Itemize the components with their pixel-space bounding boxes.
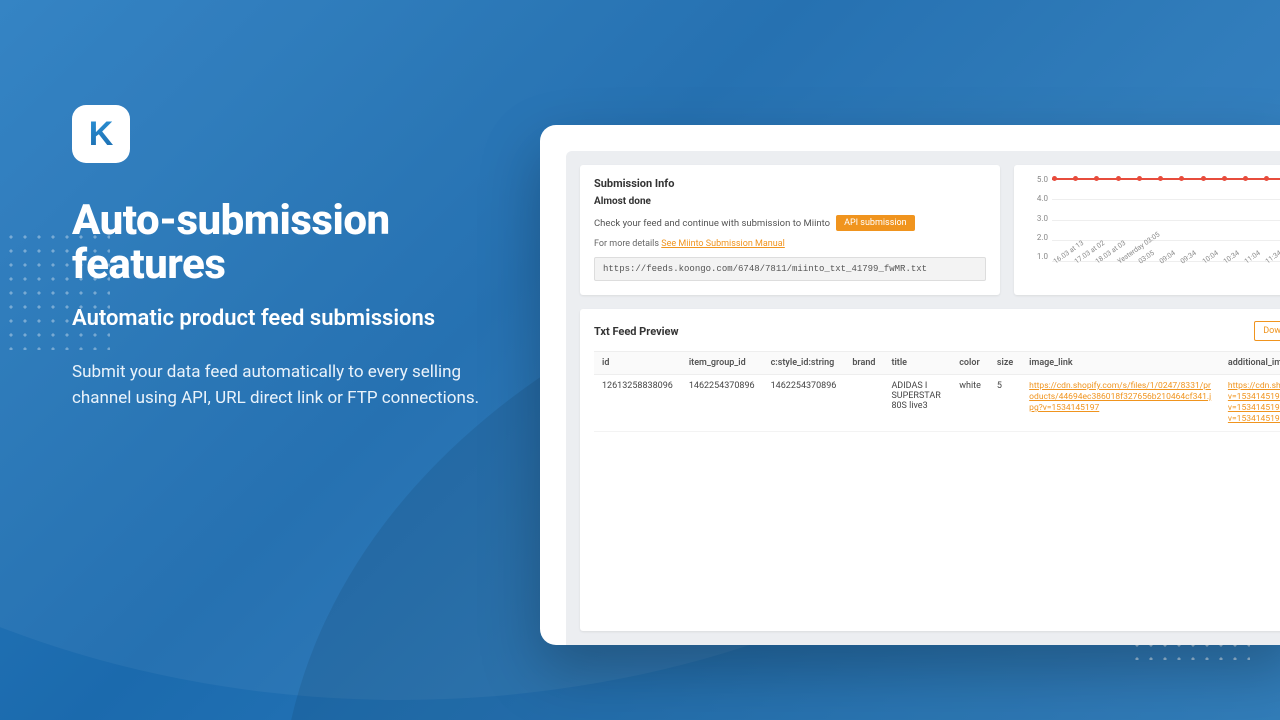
col-additional-image[interactable]: additional_imag — [1220, 352, 1280, 375]
col-image-link[interactable]: image_link — [1021, 352, 1220, 375]
table-header-row: id item_group_id c:style_id:string brand… — [594, 352, 1280, 375]
feed-preview-card: Txt Feed Preview Dow id item_group_id c:… — [580, 309, 1280, 631]
cell-additional-image: https://cdn.shop v=15341451972 v=1534145… — [1220, 375, 1280, 432]
col-item-group-id[interactable]: item_group_id — [681, 352, 763, 375]
submission-manual-link[interactable]: See Miinto Submission Manual — [661, 239, 785, 249]
chart-card: 5.0 4.0 3.0 2.0 1.0 — [1014, 165, 1280, 295]
api-submission-button[interactable]: API submission — [836, 215, 915, 231]
additional-image-link[interactable]: v=15341451972 — [1228, 414, 1280, 425]
submission-status: Almost done — [594, 196, 986, 207]
additional-image-link[interactable]: v=15341451972 — [1228, 403, 1280, 414]
cell-image-link: https://cdn.shopify.com/s/files/1/0247/8… — [1021, 375, 1220, 432]
cell-item-group-id: 1462254370896 — [681, 375, 763, 432]
chart-series-line — [1052, 178, 1280, 180]
col-title[interactable]: title — [883, 352, 951, 375]
feed-preview-table: id item_group_id c:style_id:string brand… — [594, 351, 1280, 432]
table-row: 12613258838096 1462254370896 14622543708… — [594, 375, 1280, 432]
feed-url-field[interactable]: https://feeds.koongo.com/6748/7811/miint… — [594, 257, 986, 281]
submission-info-title: Submission Info — [594, 177, 986, 190]
hero-subhead: Automatic product feed submissions — [72, 305, 512, 333]
col-color[interactable]: color — [951, 352, 989, 375]
brand-logo: K — [72, 105, 130, 163]
cell-size: 5 — [989, 375, 1021, 432]
cell-color: white — [951, 375, 989, 432]
col-brand[interactable]: brand — [844, 352, 883, 375]
chart-x-axis: 16.03 at 13 17.03 at 02 18.03 at 03 Yest… — [1052, 259, 1280, 279]
submission-check-text: Check your feed and continue with submis… — [594, 218, 830, 229]
cell-brand — [844, 375, 883, 432]
image-link[interactable]: https://cdn.shopify.com/s/files/1/0247/8… — [1029, 381, 1212, 414]
col-size[interactable]: size — [989, 352, 1021, 375]
feed-preview-title: Txt Feed Preview — [594, 325, 679, 338]
hero-headline: Auto-submission features — [72, 199, 512, 287]
cell-style-id: 1462254370896 — [763, 375, 845, 432]
col-style-id[interactable]: c:style_id:string — [763, 352, 845, 375]
details-prefix: For more details — [594, 239, 661, 249]
download-button[interactable]: Dow — [1254, 321, 1280, 341]
col-id[interactable]: id — [594, 352, 681, 375]
additional-image-link[interactable]: v=15341451972 — [1228, 392, 1280, 403]
hero-body: Submit your data feed automatically to e… — [72, 359, 512, 412]
chart-y-axis: 5.0 4.0 3.0 2.0 1.0 — [1026, 175, 1048, 261]
additional-image-link[interactable]: https://cdn.shop — [1228, 381, 1280, 392]
app-screenshot-frame: Submission Info Almost done Check your f… — [540, 125, 1280, 645]
cell-title: ADIDAS I SUPERSTAR 80S live3 — [883, 375, 951, 432]
cell-id: 12613258838096 — [594, 375, 681, 432]
submission-info-card: Submission Info Almost done Check your f… — [580, 165, 1000, 295]
